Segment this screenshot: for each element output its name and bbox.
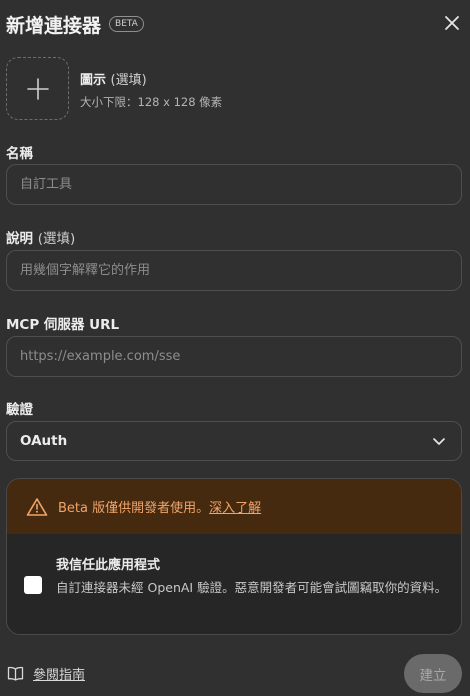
learn-more-link[interactable]: 深入了解 xyxy=(209,501,261,516)
beta-warning-message: Beta 版僅供開發者使用。 xyxy=(58,501,210,516)
trust-card: Beta 版僅供開發者使用。深入了解 我信任此應用程式 自訂連接器未經 Open… xyxy=(6,478,462,635)
beta-warning-banner: Beta 版僅供開發者使用。深入了解 xyxy=(7,479,461,534)
url-label: MCP 伺服器 URL xyxy=(6,317,120,333)
guide-link-text: 參閱指南 xyxy=(33,668,86,683)
close-button[interactable] xyxy=(442,13,462,33)
auth-label: 驗證 xyxy=(6,402,33,418)
name-label: 名稱 xyxy=(6,146,33,162)
trust-row: 我信任此應用程式 自訂連接器未經 OpenAI 驗證。惡意開發者可能會試圖竊取你… xyxy=(7,534,461,634)
close-icon xyxy=(445,16,459,30)
dialog-title: 新增連接器 xyxy=(6,14,102,37)
trust-checkbox[interactable] xyxy=(24,576,42,594)
auth-select[interactable]: OAuth xyxy=(6,421,462,461)
description-label-text: 說明 xyxy=(6,231,33,247)
auth-selected-value: OAuth xyxy=(20,433,68,449)
beta-badge: BETA xyxy=(109,16,144,32)
icon-label: 圖示 (選填) xyxy=(80,69,147,88)
warning-triangle-icon xyxy=(26,497,48,516)
icon-label-text: 圖示 xyxy=(80,73,107,88)
guide-link[interactable]: 參閱指南 xyxy=(7,664,85,683)
description-optional-text: (選填) xyxy=(37,231,76,247)
chevron-down-icon xyxy=(433,438,445,445)
url-input[interactable] xyxy=(6,336,462,377)
create-button[interactable]: 建立 xyxy=(404,654,462,693)
icon-upload-button[interactable] xyxy=(6,57,69,120)
trust-title: 我信任此應用程式 xyxy=(56,558,161,573)
book-icon xyxy=(7,666,24,681)
dialog-header: 新增連接器 BETA xyxy=(6,10,144,38)
name-input[interactable] xyxy=(6,164,462,205)
add-connector-dialog: 新增連接器 BETA 圖示 (選填) 大小下限：128 x 128 像素 名稱 … xyxy=(0,0,470,696)
beta-warning-text: Beta 版僅供開發者使用。深入了解 xyxy=(58,497,261,516)
plus-icon xyxy=(26,77,49,100)
description-input[interactable] xyxy=(6,250,462,291)
description-label: 說明 (選填) xyxy=(6,227,75,247)
trust-description: 自訂連接器未經 OpenAI 驗證。惡意開發者可能會試圖竊取你的資料。 xyxy=(56,580,448,595)
icon-size-hint: 大小下限：128 x 128 像素 xyxy=(80,95,223,109)
icon-optional-text: (選填) xyxy=(110,73,147,88)
